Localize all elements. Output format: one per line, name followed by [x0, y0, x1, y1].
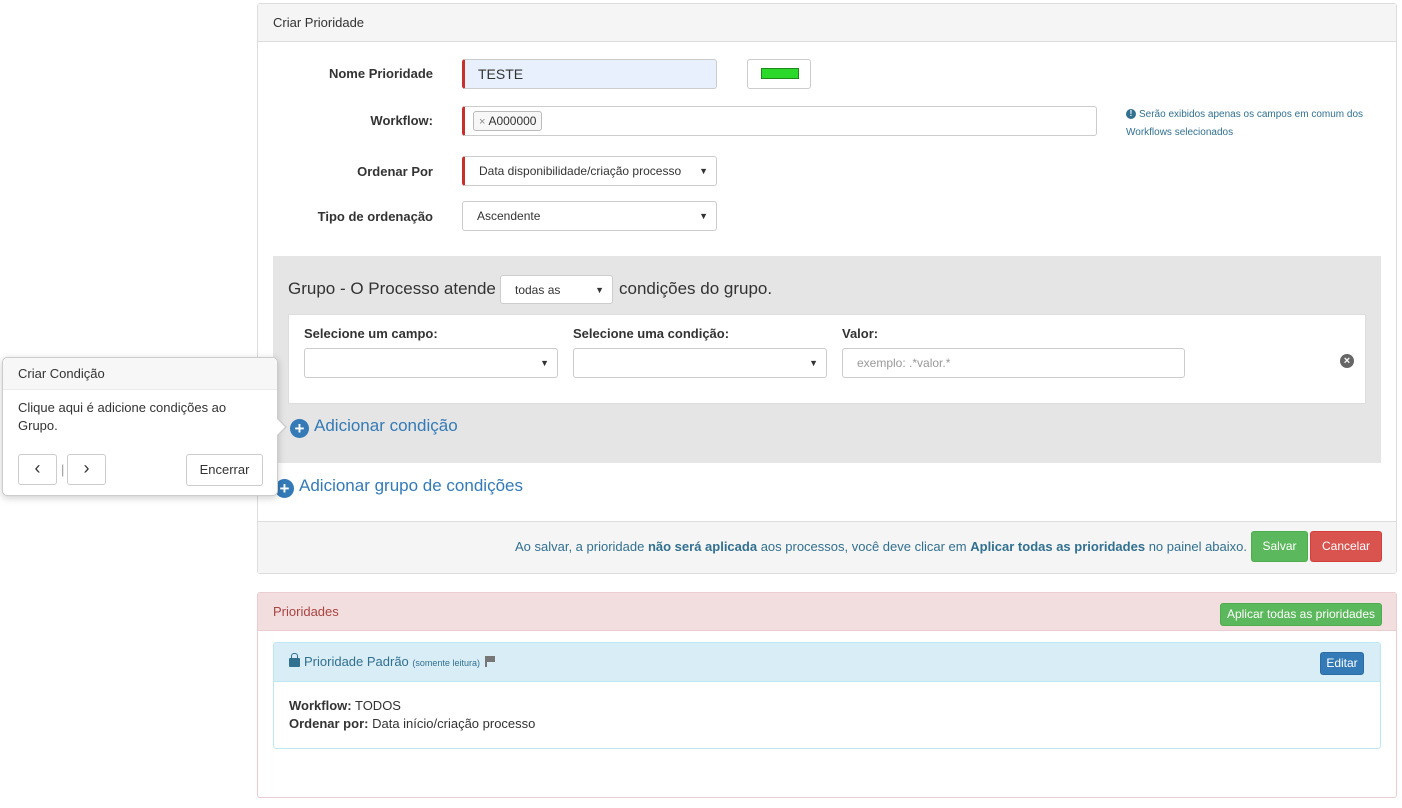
workflow-tag-label: A000000: [488, 114, 537, 128]
add-condition-label: Adicionar condição: [314, 416, 458, 435]
order-type-value: Ascendente: [477, 209, 541, 223]
create-priority-footer: Ao salvar, a prioridade não será aplicad…: [258, 521, 1396, 573]
priority-name-input[interactable]: TESTE: [462, 59, 717, 89]
workflow-tag[interactable]: × A000000: [473, 111, 543, 131]
order-type-select[interactable]: Ascendente ▼: [462, 201, 717, 231]
priority-card: Prioridade Padrão (somente leitura) Edit…: [273, 642, 1381, 749]
field-select[interactable]: ▼: [304, 348, 558, 378]
group-suffix-text: condições do grupo.: [619, 279, 773, 298]
workflow-select[interactable]: × A000000: [462, 106, 1097, 136]
order-by-select[interactable]: Data disponibilidade/criação processo ▼: [462, 156, 717, 186]
flag-icon: [484, 656, 495, 667]
caret-down-icon: ▼: [809, 358, 818, 368]
next-step-button[interactable]: ›: [67, 454, 106, 485]
order-type-label: Tipo de ordenação: [317, 209, 433, 224]
priority-order-value: Data início/criação processo: [372, 716, 536, 731]
priorities-panel: Prioridades Aplicar todas as prioridades…: [257, 592, 1397, 798]
create-priority-panel: Criar Prioridade Nome Prioridade TESTE W…: [257, 3, 1397, 574]
priority-workflow-value: TODOS: [354, 698, 401, 713]
condition-row: Selecione um campo: ▼ Selecione uma cond…: [288, 314, 1366, 404]
caret-down-icon: ▼: [540, 358, 549, 368]
workflow-help-note: ! Serão exibidos apenas os campos em comu…: [1126, 106, 1386, 142]
priority-order-row: Ordenar por: Data início/criação process…: [289, 715, 1365, 733]
group-match-select[interactable]: todas as ▼: [500, 275, 613, 304]
condition-group: Grupo - O Processo atende todas as ▼ con…: [273, 256, 1381, 463]
save-button[interactable]: Salvar: [1251, 531, 1308, 562]
edit-priority-button[interactable]: Editar: [1320, 652, 1364, 675]
value-placeholder: exemplo: .*valor.*: [857, 356, 951, 370]
caret-down-icon: ▼: [699, 166, 708, 176]
nav-separator: |: [61, 462, 65, 477]
priority-order-label: Ordenar por:: [289, 716, 369, 731]
value-label: Valor:: [842, 326, 879, 341]
color-picker-button[interactable]: [747, 59, 811, 89]
order-by-label: Ordenar Por: [357, 164, 433, 179]
workflow-label: Workflow:: [370, 113, 433, 128]
remove-condition-icon[interactable]: ×: [1340, 354, 1354, 368]
value-input[interactable]: exemplo: .*valor.*: [842, 348, 1185, 378]
priority-card-body: Workflow: TODOS Ordenar por: Data início…: [274, 682, 1380, 748]
color-swatch: [761, 68, 799, 79]
tag-remove-icon[interactable]: ×: [479, 116, 485, 128]
order-by-value: Data disponibilidade/criação processo: [479, 164, 682, 178]
readonly-note: (somente leitura): [412, 658, 480, 668]
group-match-value: todas as: [515, 283, 561, 297]
popover-title: Criar Condição: [3, 358, 277, 390]
warning-bold-2: Aplicar todas as prioridades: [970, 539, 1146, 554]
plus-circle-icon: +: [290, 419, 309, 438]
field-select-label: Selecione um campo:: [304, 326, 438, 341]
cancel-button[interactable]: Cancelar: [1310, 531, 1382, 562]
warning-part-2: aos processos, você deve clicar em: [757, 539, 971, 554]
add-condition-link[interactable]: + Adicionar condição: [290, 416, 458, 438]
condition-select[interactable]: ▼: [573, 348, 827, 378]
condition-select-label: Selecione uma condição:: [573, 326, 730, 341]
add-group-link[interactable]: + Adicionar grupo de condições: [275, 476, 523, 498]
add-group-label: Adicionar grupo de condições: [299, 476, 523, 495]
caret-down-icon: ▼: [595, 285, 604, 295]
priority-name: Prioridade Padrão: [304, 654, 409, 669]
workflow-help-text: Serão exibidos apenas os campos em comum…: [1126, 109, 1364, 138]
priority-workflow-row: Workflow: TODOS: [289, 697, 1365, 715]
lock-icon: [289, 653, 300, 667]
popover-content: Clique aqui é adicione condições ao Grup…: [18, 400, 227, 433]
prev-step-button[interactable]: ‹: [18, 454, 57, 485]
warning-bold-1: não será aplicada: [647, 539, 758, 554]
warning-part-1: Ao salvar, a prioridade: [514, 539, 648, 554]
save-warning-text: Ao salvar, a prioridade não será aplicad…: [515, 539, 1247, 554]
priority-name-label: Nome Prioridade: [328, 66, 433, 81]
create-priority-title: Criar Prioridade: [258, 4, 1396, 42]
priority-workflow-label: Workflow:: [289, 698, 352, 713]
info-icon: !: [1126, 109, 1136, 119]
group-prefix-text: Grupo - O Processo atende: [288, 279, 496, 298]
caret-down-icon: ▼: [699, 211, 708, 221]
end-tour-button[interactable]: Encerrar: [186, 454, 263, 486]
popover-arrow: [276, 417, 287, 437]
priority-card-heading: Prioridade Padrão (somente leitura) Edit…: [274, 643, 1380, 682]
apply-all-priorities-button[interactable]: Aplicar todas as prioridades: [1220, 603, 1382, 626]
tour-popover: Criar Condição Clique aqui é adicione co…: [2, 357, 287, 496]
warning-part-3: no painel abaixo.: [1145, 539, 1247, 554]
